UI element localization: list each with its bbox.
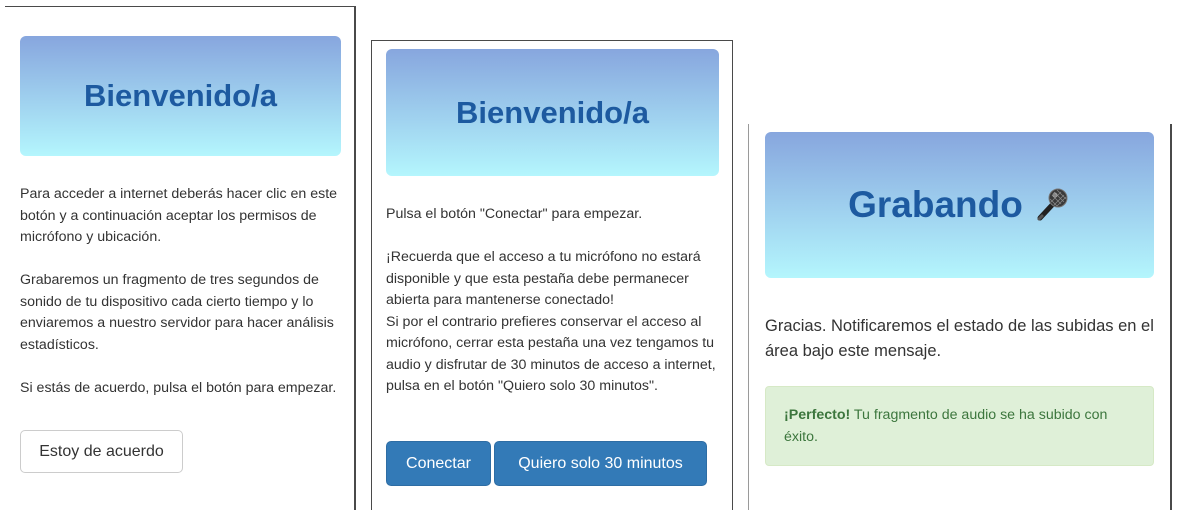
welcome-panel-agree: Bienvenido/a Para acceder a internet deb… bbox=[5, 6, 356, 510]
instructions-paragraph: ¡Recuerda que el acceso a tu micrófono n… bbox=[386, 249, 701, 308]
instructions-paragraph: Si estás de acuerdo, pulsa el botón para… bbox=[20, 379, 337, 396]
alert-strong-text: ¡Perfecto! bbox=[784, 407, 851, 423]
instructions-paragraph: Pulsa el botón "Conectar" para empezar. bbox=[386, 206, 643, 222]
instructions-text: Para acceder a internet deberás hacer cl… bbox=[20, 184, 342, 399]
recording-title: Grabando bbox=[848, 184, 1023, 225]
welcome-banner: Bienvenido/a bbox=[386, 49, 719, 176]
recording-panel: Grabando Gracias. Notificaremos el estad… bbox=[748, 124, 1172, 510]
welcome-banner: Bienvenido/a bbox=[20, 36, 341, 156]
thirty-minutes-button[interactable]: Quiero solo 30 minutos bbox=[494, 441, 707, 486]
agree-button[interactable]: Estoy de acuerdo bbox=[20, 430, 183, 473]
instructions-paragraph: Para acceder a internet deberás hacer cl… bbox=[20, 186, 338, 245]
page-title: Grabando bbox=[848, 184, 1071, 226]
welcome-panel-connect: Bienvenido/a Pulsa el botón "Conectar" p… bbox=[371, 40, 733, 510]
connect-button[interactable]: Conectar bbox=[386, 441, 491, 486]
upload-success-alert: ¡Perfecto! Tu fragmento de audio se ha s… bbox=[765, 386, 1154, 466]
instructions-text: Pulsa el botón "Conectar" para empezar. … bbox=[386, 204, 722, 398]
microphone-icon bbox=[1031, 185, 1071, 225]
page-title: Bienvenido/a bbox=[84, 78, 277, 113]
recording-banner: Grabando bbox=[765, 132, 1154, 278]
page-title: Bienvenido/a bbox=[456, 94, 649, 130]
instructions-paragraph: Grabaremos un fragmento de tres segundos… bbox=[20, 272, 334, 353]
recording-message: Gracias. Notificaremos el estado de las … bbox=[765, 317, 1154, 360]
instructions-paragraph: Si por el contrario prefieres conservar … bbox=[386, 313, 716, 395]
